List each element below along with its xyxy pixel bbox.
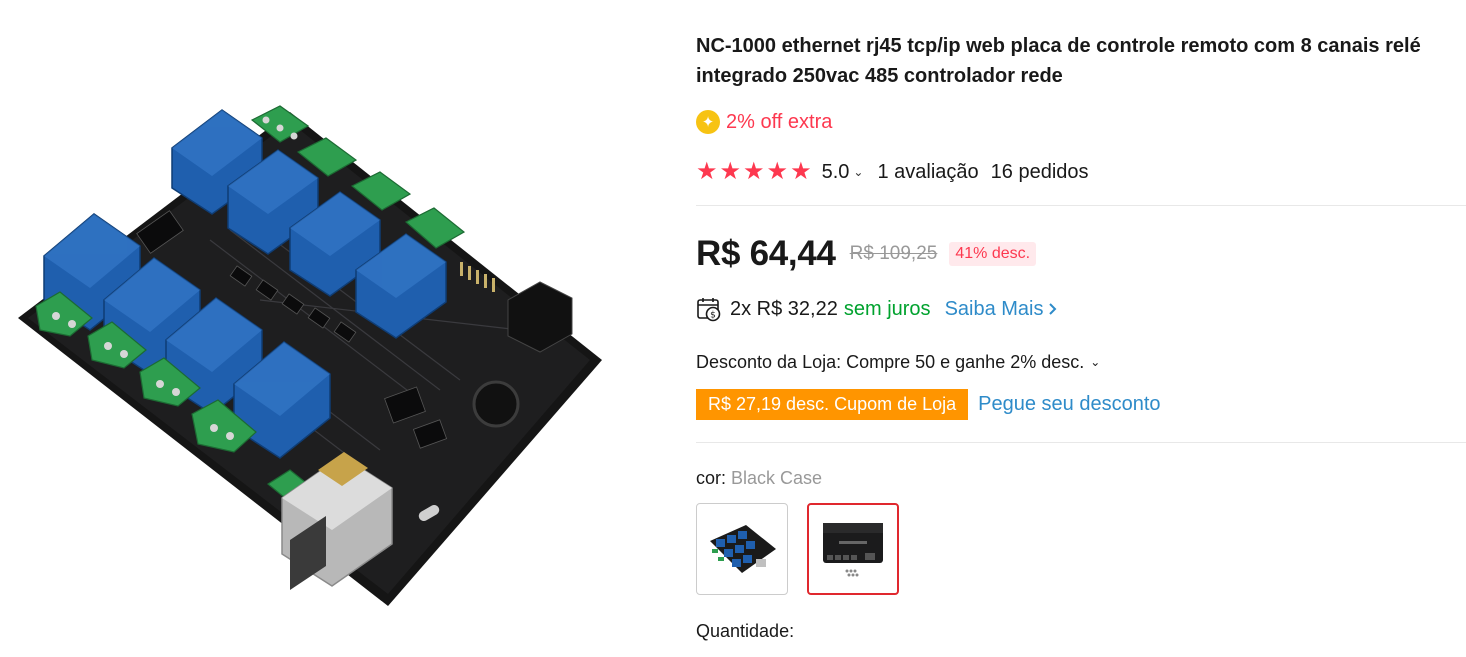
coin-icon: ✦ — [696, 110, 720, 134]
rating-score[interactable]: 5.0 — [822, 161, 850, 184]
star-icon: ★ — [719, 158, 742, 185]
extra-discount-promo: ✦ 2% off extra — [696, 108, 832, 136]
divider — [696, 205, 1466, 206]
interest-free-label: sem juros — [843, 297, 931, 320]
chevron-down-icon: ⌄ — [1090, 355, 1101, 369]
star-icon: ★ — [766, 158, 789, 185]
store-discount-text: Desconto da Loja: Compre 50 e ganhe 2% d… — [696, 351, 1085, 372]
color-option-black-case[interactable] — [807, 503, 899, 595]
relay-board-thumbnail — [710, 525, 776, 573]
product-info-panel: NC-1000 ethernet rj45 tcp/ip web placa d… — [692, 0, 1466, 657]
original-price: R$ 109,25 — [849, 243, 938, 264]
get-coupon-link[interactable]: Pegue seu desconto — [978, 393, 1160, 416]
color-swatches — [696, 503, 899, 595]
price-row: R$ 64,44 R$ 109,25 41% desc. — [696, 232, 1037, 276]
quantity-label: Quantidade: — [696, 621, 795, 641]
star-icon: ★ — [790, 158, 812, 185]
selected-color-value: Black Case — [731, 468, 823, 488]
divider — [696, 442, 1466, 443]
store-coupon[interactable]: R$ 27,19 desc. Cupom de Loja — [692, 388, 972, 420]
black-case-thumbnail — [823, 523, 883, 577]
chevron-down-icon[interactable]: ⌄ — [853, 165, 863, 179]
color-label: cor: Black Case — [696, 468, 822, 489]
learn-more-link[interactable]: Saiba Mais — [945, 298, 1058, 321]
color-option-relay-board[interactable] — [696, 503, 788, 595]
installment-row: $ 2x R$ 32,22 sem juros Saiba Mais — [696, 294, 1058, 324]
extra-discount-text: 2% off extra — [726, 110, 833, 133]
relay-board-image — [18, 105, 602, 606]
product-main-image[interactable] — [0, 0, 640, 657]
star-icon: ★ — [696, 158, 718, 185]
star-rating: ★ ★ ★ ★ ★ — [696, 160, 812, 184]
product-title: NC-1000 ethernet rj45 tcp/ip web placa d… — [696, 35, 1421, 87]
color-label-text: cor: — [696, 468, 727, 488]
learn-more-label: Saiba Mais — [944, 297, 1044, 320]
reviews-link[interactable]: 1 avaliação — [877, 161, 978, 184]
discount-badge: 41% desc. — [949, 242, 1037, 266]
rating-row: ★ ★ ★ ★ ★ 5.0 ⌄ 1 avaliação 16 pedidos — [696, 158, 1089, 186]
installment-amount: 2x R$ 32,22 — [730, 297, 838, 320]
star-icon: ★ — [743, 158, 765, 185]
store-discount[interactable]: Desconto da Loja: Compre 50 e ganhe 2% d… — [696, 350, 1100, 374]
svg-text:$: $ — [710, 311, 716, 321]
coupon-row: R$ 27,19 desc. Cupom de Loja Pegue seu d… — [692, 388, 1161, 420]
orders-count: 16 pedidos — [990, 160, 1089, 183]
current-price: R$ 64,44 — [696, 234, 836, 273]
chevron-right-icon — [1048, 303, 1056, 315]
calendar-money-icon: $ — [697, 298, 721, 322]
